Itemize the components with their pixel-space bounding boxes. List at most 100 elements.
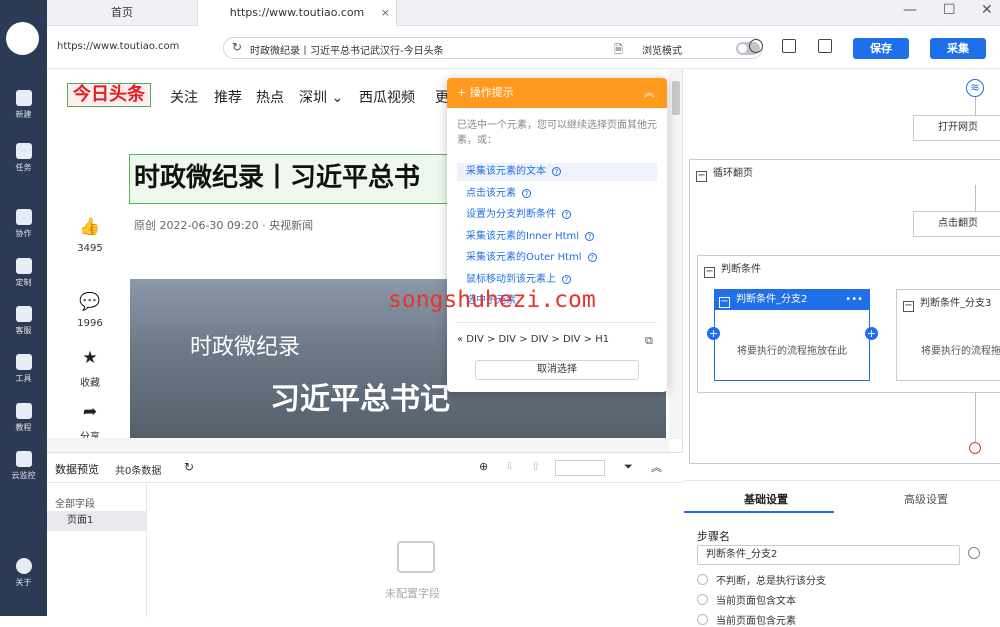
element-path-breadcrumb[interactable]: « DIV > DIV > DIV > DIV > H1 [457,334,609,345]
help-icon[interactable]: ? [562,275,571,284]
cancel-selection-button[interactable]: 取消选择 [475,360,639,380]
nav-item[interactable]: 西瓜视频 [359,87,415,107]
sidebar-item-tools[interactable]: 工具 [0,354,47,384]
help-icon[interactable]: ? [552,167,561,176]
collapse-icon[interactable]: − [696,171,707,182]
current-url: https://www.toutiao.com [57,41,180,52]
address-field[interactable]: ↻ 时政微纪录丨习近平总书记武汉行-今日头条 🗎 浏览模式 [223,37,763,59]
action-set-branch-condition[interactable]: 设置为分支判断条件? [457,206,657,224]
action-click-element[interactable]: 点击该元素? [457,185,657,203]
step-settings-panel: 基础设置 高级设置 步骤名 判断条件_分支2 不判断，总是执行该分支 当前页面包… [684,480,1000,627]
start-node-icon[interactable]: ≋ [966,79,984,97]
option-always-execute[interactable]: 不判断，总是执行该分支 [697,572,826,587]
option-page-contains-text[interactable]: 当前页面包含文本 [697,592,796,607]
action-collect-outer-html[interactable]: 采集该元素的Outer Html? [457,249,657,267]
tab-bar: 首页 https://www.toutiao.com × — ☐ ✕ [47,0,1000,26]
comment-button[interactable]: 💬 1996 [75,292,105,329]
sidebar-item-tutorial[interactable]: 教程 [0,403,47,433]
favorite-button[interactable]: ★ 收藏 [75,348,105,389]
help-icon[interactable]: ? [562,210,571,219]
close-window-icon[interactable]: ✕ [981,2,993,18]
external-link-icon[interactable]: ⧉ [645,334,653,348]
nav-item[interactable]: 推荐 [214,87,242,107]
sidebar-item-tasks[interactable]: 任务 [0,143,47,173]
help-icon[interactable]: ? [585,232,595,241]
tab-advanced-settings[interactable]: 高级设置 [904,491,948,507]
view-toggle[interactable] [555,460,605,476]
page1-item[interactable]: 页面1 [47,511,147,531]
watermark: songshuhezi.com [388,287,596,313]
tab-home[interactable]: 首页 [47,0,197,26]
flow-node-open-page[interactable]: 打开网页 [913,115,1000,141]
tab-basic-settings[interactable]: 基础设置 [744,491,788,507]
sidebar-item-about[interactable]: 关于 [0,558,47,588]
sidebar-item-cloud-monitor[interactable]: 云监控 [0,451,47,481]
sidebar-item-support[interactable]: 客服 [0,306,47,336]
site-logo[interactable]: 今日头条 [67,83,151,107]
collect-button[interactable]: 采集 [930,38,986,59]
collapse-panel-icon[interactable]: ︽ [651,459,662,475]
maximize-icon[interactable]: ☐ [943,2,956,18]
step-name-field[interactable]: 判断条件_分支2 [697,545,960,565]
flow-branch-2[interactable]: − 判断条件_分支2 ••• 将要执行的流程拖放在此 [714,289,870,381]
tab-toutiao[interactable]: https://www.toutiao.com × [197,0,397,26]
all-fields-item[interactable]: 全部字段 [55,495,95,510]
end-node-icon[interactable] [969,442,981,454]
cloud-icon [15,451,32,467]
add-branch-left-icon[interactable]: + [707,327,720,340]
edit-icon[interactable] [968,547,980,559]
comment-icon: 💬 [79,292,101,312]
filter-icon[interactable]: ⏷ [624,460,633,474]
info-icon [15,558,32,574]
more-icon[interactable]: ••• [845,290,863,310]
minimize-icon[interactable]: — [903,2,917,18]
empty-inbox-icon [397,541,435,573]
gear-icon[interactable] [749,39,763,53]
collapse-icon[interactable]: ︽ [644,78,655,108]
headset-icon [15,306,32,322]
collapse-icon[interactable]: − [704,267,715,278]
sidebar-item-new[interactable]: 新建 [0,90,47,120]
collapse-icon[interactable]: − [719,297,730,308]
like-button[interactable]: 👍 3495 [75,217,105,254]
nav-item[interactable]: 热点 [256,87,284,107]
page-vertical-scrollbar[interactable] [669,69,682,439]
avatar[interactable] [6,22,39,55]
plus-icon [15,90,32,106]
hero-title: 习近平总书记 [270,382,450,417]
refresh-icon[interactable]: ↻ [232,40,242,54]
flow-branch-3[interactable]: −判断条件_分支3 将要执行的流程拖放在此 [896,289,1000,381]
close-tab-icon[interactable]: × [381,0,390,26]
panel-right-icon[interactable] [818,39,832,53]
share-button[interactable]: ➦分享 [75,402,105,443]
panel-bottom-icon[interactable] [782,39,796,53]
article-headline[interactable]: 时政微纪录丨习近平总书 [129,154,489,204]
nav-item[interactable]: 关注 [170,87,198,107]
url-bar: https://www.toutiao.com ↻ 时政微纪录丨习近平总书记武汉… [47,26,1000,69]
article-meta: 原创 2022-06-30 09:20 · 央视新闻 [134,219,314,232]
sidebar-item-custom[interactable]: 定制 [0,258,47,288]
scrollbar-thumb[interactable] [672,81,680,115]
export-icon[interactable]: ⇧ [531,460,540,473]
refresh-icon[interactable]: ↻ [184,460,194,474]
add-field-icon[interactable]: ⊕ [479,460,488,473]
add-branch-right-icon[interactable]: + [865,327,878,340]
option-page-contains-element[interactable]: 当前页面包含元素 [697,612,796,627]
step-name-label: 步骤名 [697,530,730,543]
collapse-icon[interactable]: − [903,301,914,312]
help-icon[interactable]: ? [587,253,597,262]
import-icon[interactable]: ⇩ [505,460,514,473]
flow-node-click-next[interactable]: 点击翻页 [913,211,1000,237]
share-icon: ➦ [82,402,98,422]
save-button[interactable]: 保存 [853,38,909,59]
sidebar-item-collab[interactable]: 协作 [0,209,47,239]
action-collect-inner-html[interactable]: 采集该元素的Inner Html? [457,228,657,246]
bookmark-icon [15,143,32,159]
help-icon[interactable]: ? [522,189,531,198]
page-horizontal-scrollbar[interactable] [47,438,669,452]
document-icon[interactable]: 🗎 [614,41,623,60]
nav-item[interactable]: 深圳 ⌄ [299,87,343,107]
connector [975,97,976,115]
action-collect-text[interactable]: 采集该元素的文本? [457,163,657,181]
graduation-icon [15,403,32,419]
